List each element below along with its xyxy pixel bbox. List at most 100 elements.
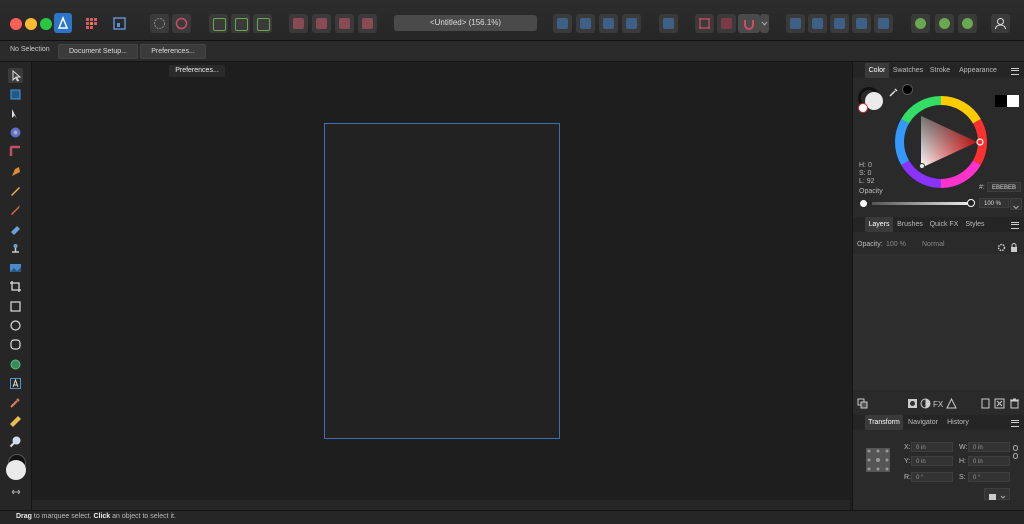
transparency-tool-icon[interactable]: [9, 242, 22, 255]
vector-brush-icon[interactable]: [9, 203, 22, 216]
group-layers-icon[interactable]: [994, 396, 1005, 409]
pixel-persona-icon[interactable]: [82, 14, 101, 33]
opacity-dropdown-icon[interactable]: [1010, 198, 1022, 210]
move-tool-icon[interactable]: [8, 68, 23, 83]
boolean-xor-icon[interactable]: [852, 14, 871, 33]
align-icon[interactable]: [659, 14, 678, 33]
corner-tool-icon[interactable]: [9, 145, 22, 158]
maximize-window-button[interactable]: [40, 18, 52, 30]
layer-opacity-value[interactable]: 100 %: [886, 241, 906, 248]
arrange-front-icon[interactable]: [358, 14, 377, 33]
black-white-swatches[interactable]: [995, 95, 1019, 107]
rotate-left-icon[interactable]: [599, 14, 618, 33]
insert-inside-icon[interactable]: [253, 14, 272, 33]
layer-settings-gear-icon[interactable]: [997, 239, 1006, 252]
hex-input[interactable]: EBEBEB: [987, 182, 1021, 192]
snapping-grid-icon[interactable]: [695, 14, 714, 33]
close-window-button[interactable]: [10, 18, 22, 30]
color-wheel[interactable]: [895, 96, 987, 188]
blend-mode-select[interactable]: Normal: [922, 241, 945, 248]
artboard[interactable]: [324, 123, 560, 439]
magnet-snapping-icon[interactable]: [738, 14, 760, 33]
flip-horizontal-icon[interactable]: [553, 14, 572, 33]
live-filter-icon[interactable]: [946, 396, 957, 409]
text-tool-icon[interactable]: [9, 377, 22, 390]
transform-origin-button[interactable]: [984, 488, 1010, 500]
rotation-input[interactable]: 0 °: [911, 472, 953, 482]
tab-swatches[interactable]: Swatches: [890, 63, 926, 78]
place-image-icon[interactable]: [9, 261, 22, 274]
arrange-forward-icon[interactable]: [335, 14, 354, 33]
tab-color[interactable]: Color: [865, 63, 889, 78]
horizontal-scrollbar[interactable]: [32, 500, 850, 510]
pen-tool-icon[interactable]: [9, 165, 22, 178]
layers-list[interactable]: [853, 254, 1024, 390]
point-transform-icon[interactable]: [9, 126, 22, 139]
delete-layer-icon[interactable]: [1009, 396, 1020, 409]
account-icon[interactable]: [991, 14, 1010, 33]
insert-behind-icon[interactable]: [209, 14, 228, 33]
boolean-subtract-icon[interactable]: [808, 14, 827, 33]
tab-stroke[interactable]: Stroke: [927, 63, 953, 78]
opacity-slider[interactable]: [872, 202, 970, 205]
crop-tool-icon[interactable]: [9, 280, 22, 293]
color-panel-menu-icon[interactable]: [1011, 68, 1019, 75]
color-picker-icon[interactable]: [9, 396, 22, 409]
node-tool-icon[interactable]: [9, 107, 22, 120]
anchor-selector[interactable]: [866, 448, 890, 472]
swap-colors-icon[interactable]: [11, 482, 21, 495]
rounded-rect-tool-icon[interactable]: [9, 338, 22, 351]
lock-icon[interactable]: [1010, 239, 1018, 252]
no-fill-icon[interactable]: [858, 103, 868, 113]
boolean-add-icon[interactable]: [786, 14, 805, 33]
y-input[interactable]: 0 in: [911, 456, 953, 466]
tab-styles[interactable]: Styles: [962, 217, 988, 232]
preferences-button[interactable]: Preferences...: [140, 44, 206, 59]
tab-navigator[interactable]: Navigator: [904, 415, 942, 430]
snapping-toggle-icon[interactable]: [717, 14, 736, 33]
view-mode-icon[interactable]: [150, 14, 169, 33]
ellipse-tool-icon[interactable]: [9, 319, 22, 332]
layer-options-icon[interactable]: [857, 396, 868, 409]
zoom-tool-icon[interactable]: [9, 435, 22, 448]
adjustment-layer-icon[interactable]: [920, 396, 931, 409]
insert-top-icon[interactable]: [231, 14, 250, 33]
fill-tool-icon[interactable]: [9, 223, 22, 236]
flip-vertical-icon[interactable]: [576, 14, 595, 33]
opacity-slider-handle[interactable]: [967, 199, 975, 207]
shape-tool-icon[interactable]: [9, 358, 22, 371]
persona-sync-icon[interactable]: [935, 14, 954, 33]
layer-fx-icon[interactable]: FX: [933, 396, 944, 409]
tab-history[interactable]: History: [943, 415, 973, 430]
x-input[interactable]: 0 in: [911, 442, 953, 452]
document-setup-button[interactable]: Document Setup...: [58, 44, 138, 59]
snapping-icon[interactable]: [172, 14, 191, 33]
minimize-window-button[interactable]: [25, 18, 37, 30]
link-aspect-icon[interactable]: [1013, 445, 1018, 459]
boolean-intersect-icon[interactable]: [830, 14, 849, 33]
w-input[interactable]: 0 in: [968, 442, 1010, 452]
snapping-dropdown-icon[interactable]: [760, 14, 769, 33]
transform-panel-menu-icon[interactable]: [1011, 420, 1019, 427]
layers-panel-menu-icon[interactable]: [1011, 222, 1019, 229]
picked-color-swatch[interactable]: [902, 84, 913, 95]
tab-quick-fx[interactable]: Quick FX: [927, 217, 961, 232]
pencil-tool-icon[interactable]: [9, 184, 22, 197]
arrange-backward-icon[interactable]: [312, 14, 331, 33]
tab-layers[interactable]: Layers: [865, 217, 893, 232]
rectangle-tool-icon[interactable]: [9, 300, 22, 313]
share-icon[interactable]: [958, 14, 977, 33]
measure-tool-icon[interactable]: [9, 415, 22, 428]
eyedropper-icon[interactable]: [889, 84, 899, 97]
tab-transform[interactable]: Transform: [865, 415, 903, 430]
designer-persona-icon[interactable]: [54, 13, 72, 33]
rotate-right-icon[interactable]: [622, 14, 641, 33]
artboard-tool-icon[interactable]: [9, 88, 22, 101]
tab-brushes[interactable]: Brushes: [894, 217, 926, 232]
opacity-input[interactable]: 100 %: [979, 198, 1009, 208]
add-layer-icon[interactable]: [980, 396, 991, 409]
boolean-divide-icon[interactable]: [874, 14, 893, 33]
export-persona-icon[interactable]: [110, 14, 129, 33]
tab-appearance[interactable]: Appearance: [954, 63, 1002, 78]
assistant-icon[interactable]: [911, 14, 930, 33]
